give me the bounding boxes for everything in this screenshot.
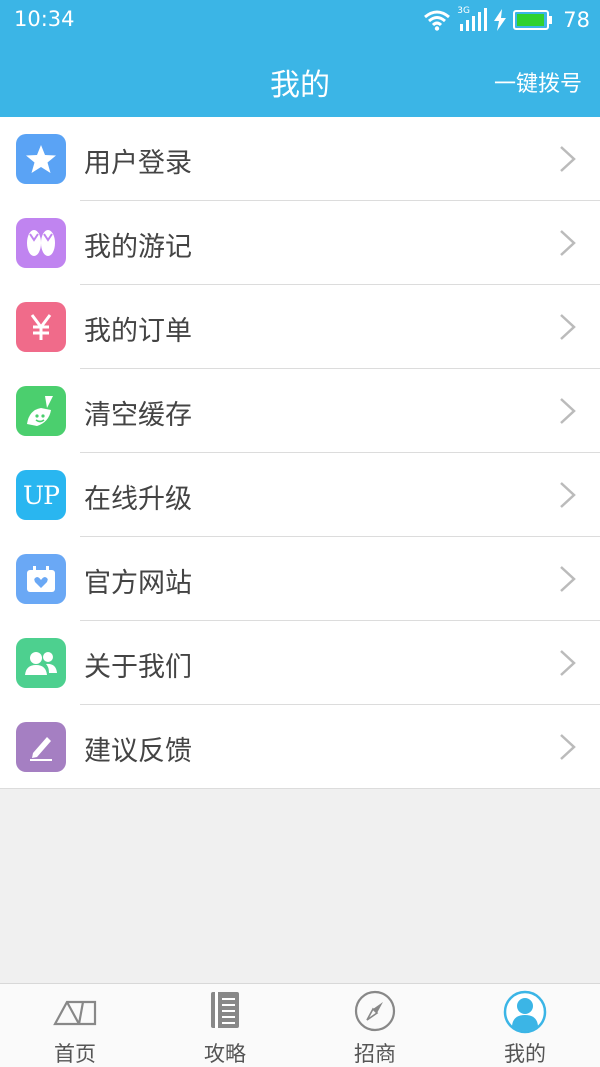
broom-icon	[16, 386, 66, 436]
up-icon-text: UP	[23, 480, 60, 510]
tent-icon	[53, 1000, 97, 1026]
menu-item-label: 关于我们	[84, 652, 192, 683]
menu-item-label: 建议反馈	[84, 736, 192, 767]
tab-label: 首页	[54, 1042, 96, 1066]
tab-label: 攻略	[204, 1042, 246, 1066]
menu-item-label: 用户登录	[84, 148, 192, 179]
menu-item-label: 我的游记	[84, 232, 192, 263]
people-icon	[16, 638, 66, 688]
menu-item-clear-cache[interactable]: 清空缓存	[0, 369, 600, 453]
chevron-right-icon	[560, 566, 576, 592]
status-time: 10:34	[14, 7, 75, 31]
menu-item-label: 官方网站	[84, 568, 192, 599]
tab-label: 招商	[354, 1042, 396, 1066]
divider	[0, 788, 600, 789]
menu-item-login[interactable]: 用户登录	[0, 117, 600, 201]
nav-bar: 我的 一键拨号	[0, 40, 600, 117]
chevron-right-icon	[560, 482, 576, 508]
chevron-right-icon	[560, 734, 576, 760]
chevron-right-icon	[560, 230, 576, 256]
wifi-icon	[424, 10, 451, 31]
tab-bar: 首页 攻略 招商 我的	[0, 983, 600, 1067]
menu-item-upgrade[interactable]: UP 在线升级	[0, 453, 600, 537]
menu-item-orders[interactable]: 我的订单	[0, 285, 600, 369]
menu-item-label: 清空缓存	[84, 400, 192, 431]
quick-dial-button[interactable]: 一键拨号	[494, 66, 582, 98]
up-icon: UP	[16, 470, 66, 520]
status-indicators: 3G 78	[423, 6, 590, 34]
book-icon	[211, 992, 239, 1028]
menu-item-travel-notes[interactable]: 我的游记	[0, 201, 600, 285]
menu-item-about[interactable]: 关于我们	[0, 621, 600, 705]
menu-item-website[interactable]: 官方网站	[0, 537, 600, 621]
star-icon	[16, 134, 66, 184]
battery-icon	[513, 10, 553, 30]
status-bar: 10:34 3G 78	[0, 0, 600, 40]
menu-list: 用户登录 我的游记 我的订单 清空缓存 UP 在线升级 官方网站 关于我们 建议…	[0, 117, 600, 789]
menu-item-label: 我的订单	[84, 316, 192, 347]
menu-item-label: 在线升级	[84, 484, 192, 515]
tab-guide[interactable]: 攻略	[150, 984, 300, 1067]
tab-label: 我的	[504, 1042, 546, 1066]
charging-icon	[494, 9, 507, 31]
signal-icon: 3G	[457, 6, 488, 32]
chevron-right-icon	[560, 146, 576, 172]
user-icon	[503, 990, 547, 1034]
tab-home[interactable]: 首页	[0, 984, 150, 1067]
chevron-right-icon	[560, 650, 576, 676]
compass-icon	[354, 990, 396, 1032]
menu-item-feedback[interactable]: 建议反馈	[0, 705, 600, 789]
yen-icon	[16, 302, 66, 352]
tab-mine[interactable]: 我的	[450, 984, 600, 1067]
tab-business[interactable]: 招商	[300, 984, 450, 1067]
chevron-right-icon	[560, 314, 576, 340]
chevron-right-icon	[560, 398, 576, 424]
top-bar: 10:34 3G 78 我的 一键拨号	[0, 0, 600, 117]
pencil-icon	[16, 722, 66, 772]
flip-flops-icon	[16, 218, 66, 268]
battery-level: 78	[563, 8, 590, 32]
website-icon	[16, 554, 66, 604]
